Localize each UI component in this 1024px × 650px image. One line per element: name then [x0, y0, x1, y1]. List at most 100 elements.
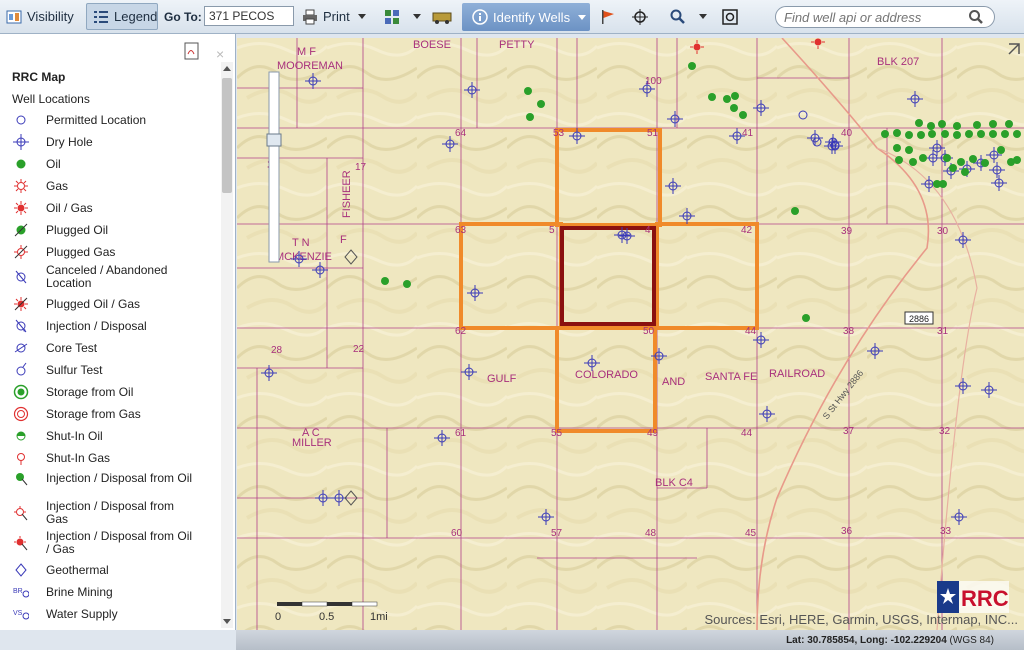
injection-oil-gas-icon	[14, 536, 28, 551]
legend-item: Injection / Disposal from Gas	[0, 500, 220, 526]
section-number: 17	[355, 162, 367, 173]
label-colorado: COLORADO	[575, 369, 638, 381]
legend-item-label: Oil	[46, 156, 61, 171]
legend-item: Shut-In Gas	[0, 450, 220, 466]
locate-button[interactable]	[632, 3, 653, 30]
goto-input[interactable]	[204, 6, 294, 26]
legend-item: Geothermal	[0, 562, 220, 578]
legend-symbol	[4, 562, 38, 578]
layers-button[interactable]	[384, 3, 421, 30]
flag-icon	[600, 9, 616, 25]
legend-symbol	[4, 450, 38, 466]
oil-well-marker	[881, 130, 889, 138]
legend-item: Permitted Location	[0, 112, 220, 128]
search-box	[775, 6, 995, 28]
legend-symbol	[4, 406, 38, 422]
search-icon[interactable]	[968, 9, 984, 25]
oil-well-marker	[928, 130, 936, 138]
truck-icon	[432, 9, 452, 25]
section-number: 62	[455, 326, 467, 337]
visibility-button[interactable]: Visibility	[6, 3, 74, 30]
scrollbar-thumb[interactable]	[222, 78, 232, 193]
legend-item-label: Water Supply	[46, 606, 118, 621]
close-icon[interactable]: ×	[216, 46, 224, 62]
scroll-up-icon[interactable]	[223, 66, 231, 71]
label-mf: M F	[297, 46, 316, 58]
scroll-down-icon[interactable]	[223, 619, 231, 624]
section-number: 22	[353, 344, 365, 355]
label-f: F	[340, 234, 347, 246]
legend-symbol	[4, 222, 38, 238]
oil-well-marker	[941, 130, 949, 138]
section-number: 28	[271, 345, 283, 356]
section-number: 53	[553, 128, 565, 139]
legend-item: Oil	[0, 156, 220, 172]
print-button[interactable]: Print	[302, 3, 366, 30]
chevron-down-icon	[413, 14, 421, 19]
oil-well-marker	[905, 131, 913, 139]
legend-button[interactable]: Legend	[86, 3, 158, 30]
section-number: 5	[549, 225, 555, 236]
oil-well-marker	[526, 113, 534, 121]
label-miller: MILLER	[292, 437, 332, 449]
label-boese: BOESE	[413, 39, 451, 51]
legend-list-icon	[93, 9, 109, 25]
oil-well-marker	[969, 155, 977, 163]
oil-well-marker	[909, 158, 917, 166]
flag-button[interactable]	[600, 3, 621, 30]
section-number: 38	[843, 326, 855, 337]
goto-label: Go To:	[164, 9, 202, 24]
label-fisheer: FISHEER	[341, 170, 353, 218]
basemap-button[interactable]	[432, 3, 457, 30]
terrain-basemap	[237, 38, 1024, 630]
oil-well-marker	[708, 93, 716, 101]
section-number: 57	[551, 528, 563, 539]
svg-text:VS: VS	[13, 610, 23, 617]
zoom-slider[interactable]	[266, 71, 282, 263]
legend-item-label: Permitted Location	[46, 112, 147, 127]
magnifier-icon	[670, 9, 686, 25]
section-number: 49	[647, 428, 659, 439]
map-canvas[interactable]: M F MOOREMAN BOESE PETTY BLK 207 T N MCKENZIE F…	[237, 38, 1024, 630]
core-test-icon	[14, 343, 28, 353]
oil-well-marker	[381, 277, 389, 285]
legend-item: Storage from Oil	[0, 384, 220, 400]
zoom-button[interactable]	[670, 3, 707, 30]
legend-item-label: Shut-In Gas	[46, 450, 111, 465]
oil-well-marker	[537, 100, 545, 108]
oil-well-marker	[989, 130, 997, 138]
injection-disposal-icon	[15, 319, 27, 333]
long-label: Long:	[860, 634, 888, 646]
section-number: 4	[645, 225, 651, 236]
oil-well-marker	[895, 156, 903, 164]
oil-well-marker	[973, 121, 981, 129]
search-input[interactable]	[784, 9, 964, 25]
section-number: 40	[841, 128, 853, 139]
full-extent-button[interactable]	[722, 3, 743, 30]
label-tn: T N	[292, 237, 310, 249]
legend-title: RRC Map	[12, 70, 66, 84]
legend-symbol	[4, 340, 38, 356]
identify-wells-button[interactable]: Identify Wells	[462, 3, 590, 31]
shield-label: 2886	[909, 314, 929, 324]
oil-well-marker	[977, 130, 985, 138]
zoom-slider-thumb	[266, 133, 282, 147]
section-number: 50	[643, 326, 655, 337]
legend-symbol	[4, 178, 38, 194]
section-number: 48	[645, 528, 657, 539]
oil-well-marker	[730, 104, 738, 112]
legend-symbol	[4, 428, 38, 444]
pdf-export-icon[interactable]	[184, 42, 200, 63]
section-number: 42	[741, 225, 753, 236]
oil-icon	[16, 159, 26, 169]
crosshair-icon	[632, 8, 648, 25]
legend-item-label: Geothermal	[46, 562, 109, 577]
legend-item-label: Oil / Gas	[46, 200, 93, 215]
legend-item-label: Canceled / Abandoned Location	[46, 263, 168, 290]
oil-well-marker	[953, 122, 961, 130]
gas-icon	[14, 179, 28, 193]
map-svg[interactable]: M F MOOREMAN BOESE PETTY BLK 207 T N MCKENZIE F…	[237, 38, 1024, 630]
legend-item: Injection / Disposal from Oil / Gas	[0, 530, 220, 556]
legend-scrollbar[interactable]	[221, 62, 233, 628]
legend-item-label: Sulfur Test	[46, 362, 103, 377]
